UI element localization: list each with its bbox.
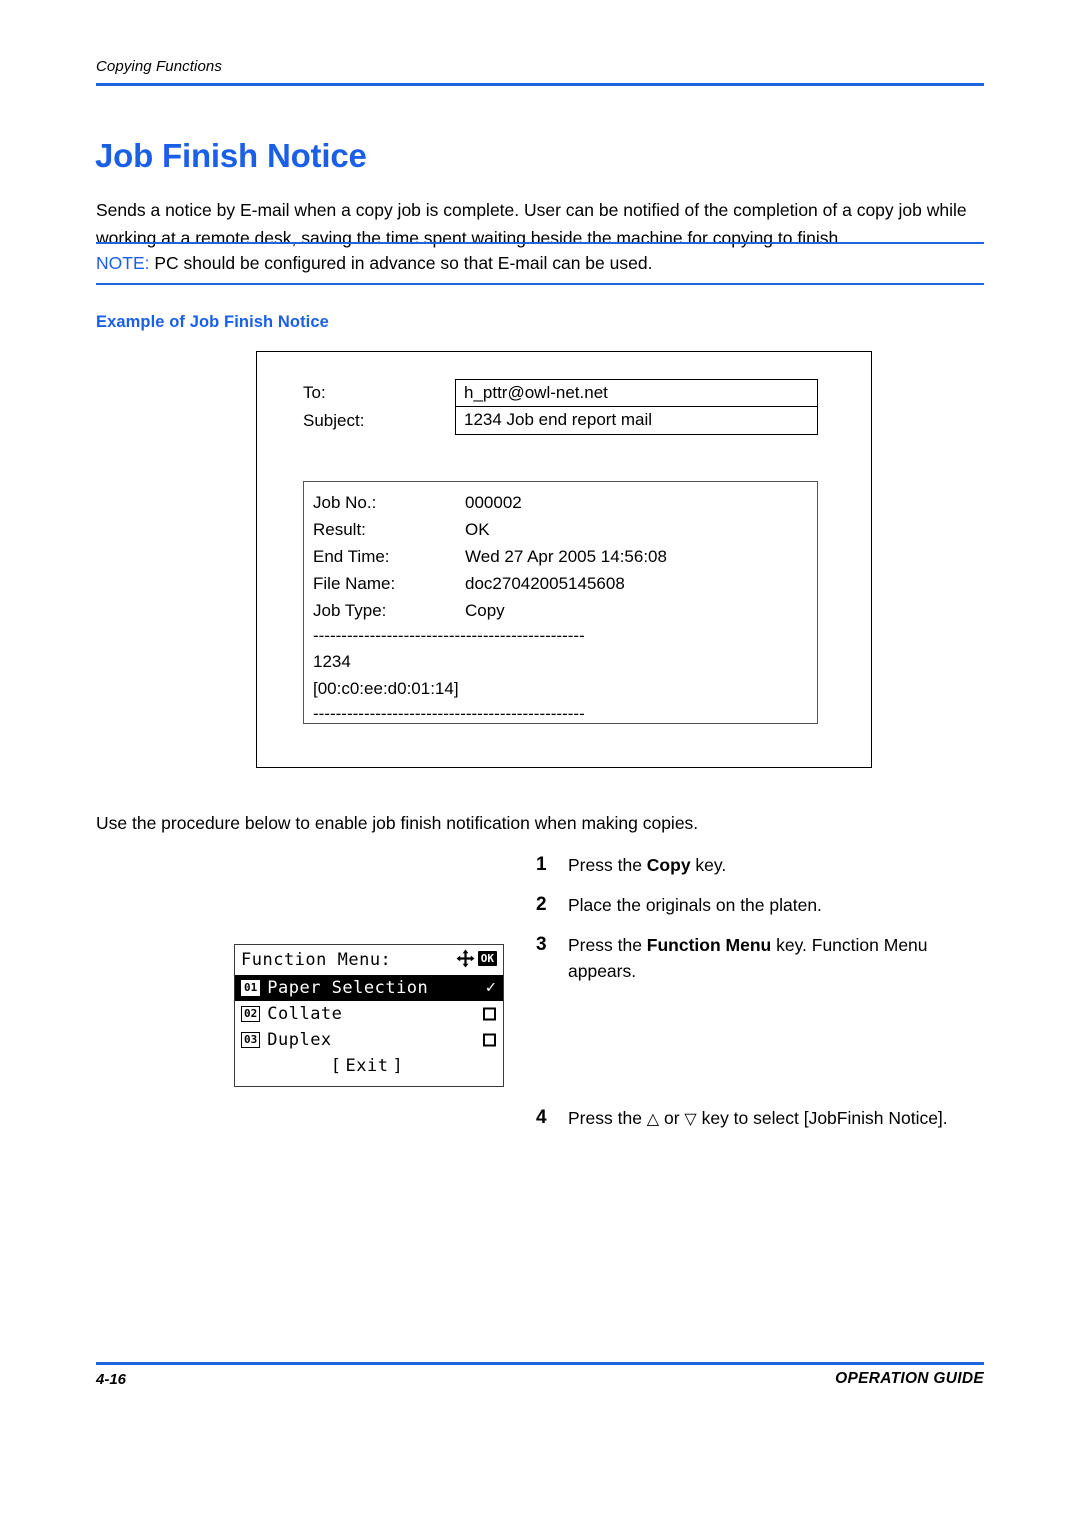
email-field-to: To: h_pttr@owl-net.net — [303, 379, 818, 407]
report-row-job-no: Job No.: 000002 — [313, 489, 817, 516]
step-text: Place the originals on the platen. — [568, 892, 822, 918]
lcd-title-row: Function Menu: OK — [235, 945, 503, 975]
step-item: 1 Press the Copy key. — [536, 852, 988, 878]
report-result-value: OK — [465, 520, 490, 539]
lcd-item-status — [483, 1007, 496, 1021]
step-text-bold: Copy — [646, 855, 691, 875]
checkmark-icon: ✓ — [485, 977, 496, 998]
report-result-label: Result: — [313, 520, 366, 539]
report-job-no-value: 000002 — [465, 493, 522, 512]
step-number: 4 — [536, 1107, 547, 1128]
footer-page-number: 4-16 — [96, 1371, 127, 1388]
exit-label: Exit — [345, 1056, 389, 1076]
report-job-no-label: Job No.: — [313, 493, 377, 512]
example-heading: Example of Job Finish Notice — [96, 313, 329, 331]
exit-bracket-close: ] — [392, 1056, 404, 1076]
lcd-title-icons: OK — [456, 949, 497, 968]
email-header-fields: To: h_pttr@owl-net.net Subject: 1234 Job… — [303, 379, 818, 435]
report-separator-top: ----------------------------------------… — [313, 626, 585, 645]
lcd-item-status — [483, 1033, 496, 1047]
email-report-body: Job No.: 000002 Result: OK End Time: Wed… — [303, 481, 818, 724]
ok-key-icon[interactable]: OK — [477, 951, 497, 966]
lcd-item-label: Paper Selection — [267, 978, 429, 998]
step-text-post: key. — [690, 855, 727, 875]
four-way-arrow-icon — [456, 949, 475, 968]
email-to-value: h_pttr@owl-net.net — [455, 379, 818, 407]
report-file-name-value: doc27042005145608 — [465, 574, 625, 593]
empty-checkbox-icon — [483, 1007, 496, 1021]
lcd-exit-softkey[interactable]: [ Exit ] — [235, 1053, 503, 1079]
note-block: NOTE: PC should be configured in advance… — [96, 242, 984, 285]
email-to-label: To: — [303, 383, 326, 402]
step-item-4: 4 Press the △ or ▽ key to select [JobFin… — [536, 1105, 996, 1133]
step-number: 3 — [536, 934, 547, 955]
report-job-type-label: Job Type: — [313, 601, 387, 620]
report-row-end-time: End Time: Wed 27 Apr 2005 14:56:08 — [313, 543, 817, 570]
step4-text-mid: or — [659, 1108, 685, 1128]
step-number: 1 — [536, 854, 547, 875]
report-end-time-label: End Time: — [313, 547, 390, 566]
step-text: Press the △ or ▽ key to select [JobFinis… — [568, 1105, 948, 1133]
report-job-type-value: Copy — [465, 601, 505, 620]
note-text: PC should be configured in advance so th… — [154, 253, 653, 273]
lcd-item-badge: 01 — [241, 980, 261, 996]
report-separator-bottom: ----------------------------------------… — [313, 704, 585, 723]
lcd-item-badge: 03 — [241, 1032, 261, 1048]
empty-checkbox-icon — [483, 1033, 496, 1047]
report-row-file-name: File Name: doc27042005145608 — [313, 570, 817, 597]
email-subject-value: 1234 Job end report mail — [455, 407, 818, 435]
lcd-menu-item-collate[interactable]: 02 Collate — [235, 1001, 503, 1027]
footer-divider-rule — [96, 1362, 984, 1365]
lcd-title: Function Menu: — [241, 950, 392, 970]
report-file-name-label: File Name: — [313, 574, 396, 593]
step-text: Press the Function Menu key. Function Me… — [568, 932, 988, 984]
example-job-finish-notice-frame: To: h_pttr@owl-net.net Subject: 1234 Job… — [256, 351, 872, 768]
lcd-item-badge: 02 — [241, 1006, 261, 1022]
step-item: 2 Place the originals on the platen. — [536, 892, 988, 918]
email-field-subject: Subject: 1234 Job end report mail — [303, 407, 818, 435]
note-label: NOTE: — [96, 253, 150, 273]
step-text-pre: Press the — [568, 935, 647, 955]
lcd-menu-item-duplex[interactable]: 03 Duplex — [235, 1027, 503, 1053]
step-text-bold: Function Menu — [646, 935, 772, 955]
down-arrow-icon: ▽ — [684, 1111, 697, 1128]
step-item: 3 Press the Function Menu key. Function … — [536, 932, 988, 984]
lcd-item-status: ✓ — [485, 977, 496, 998]
note-bottom-rule — [96, 283, 984, 285]
report-row-job-type: Job Type: Copy — [313, 597, 817, 624]
lcd-item-label: Duplex — [267, 1030, 332, 1050]
step4-text-pre: Press the — [568, 1108, 647, 1128]
procedure-intro: Use the procedure below to enable job fi… — [96, 813, 699, 833]
step-number: 2 — [536, 894, 547, 915]
step4-text-post: key to select [JobFinish Notice]. — [696, 1108, 948, 1128]
lcd-function-menu-panel: Function Menu: OK 01 Paper Selection ✓ 0… — [234, 944, 504, 1087]
report-device-mac: [00:c0:ee:d0:01:14] — [313, 679, 459, 698]
page-header: Copying Functions — [96, 58, 984, 76]
running-header-title: Copying Functions — [96, 58, 222, 75]
lcd-item-label: Collate — [267, 1004, 343, 1024]
exit-bracket-open: [ — [330, 1056, 342, 1076]
procedure-steps: 1 Press the Copy key. 2 Place the origin… — [536, 852, 988, 998]
report-end-time-value: Wed 27 Apr 2005 14:56:08 — [465, 547, 667, 566]
step-text: Press the Copy key. — [568, 852, 726, 878]
footer-guide-label: OPERATION GUIDE — [835, 1370, 984, 1387]
lcd-menu-item-paper-selection[interactable]: 01 Paper Selection ✓ — [235, 975, 503, 1001]
report-row-result: Result: OK — [313, 516, 817, 543]
step-text-pre: Place the originals on the platen. — [568, 895, 822, 915]
up-arrow-icon: △ — [646, 1111, 660, 1128]
report-device-name: 1234 — [313, 652, 351, 671]
header-divider-rule — [96, 83, 984, 86]
step-text-pre: Press the — [568, 855, 647, 875]
email-subject-label: Subject: — [303, 411, 365, 430]
page-title: Job Finish Notice — [95, 137, 367, 175]
note-body: NOTE: PC should be configured in advance… — [96, 244, 984, 283]
